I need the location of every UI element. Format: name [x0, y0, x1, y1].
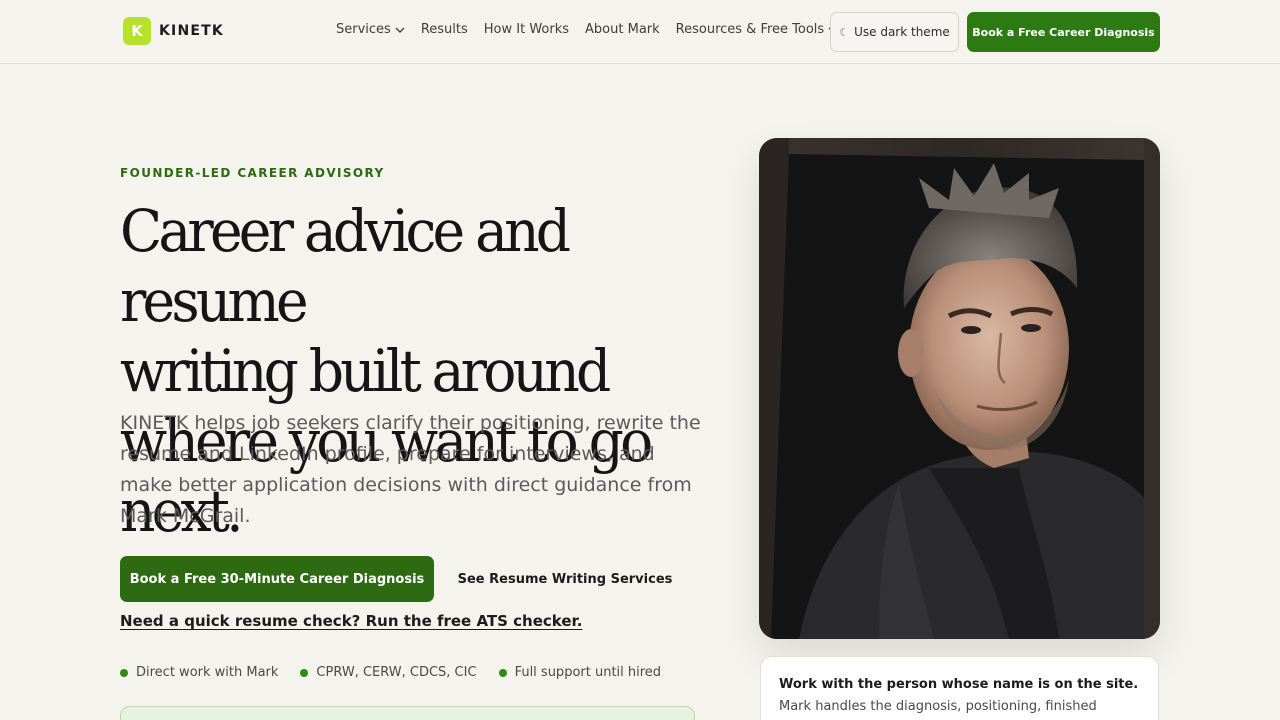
main-nav: Services Results How It Works About Mark…: [336, 22, 854, 37]
site-header: K KINETK Services Results How It Works A…: [0, 0, 1280, 64]
headline-line: writing built around: [120, 337, 611, 405]
logo-wordmark: KINETK: [159, 23, 224, 39]
proof-label: Direct work with Mark: [136, 665, 279, 680]
nav-item-results[interactable]: Results: [421, 22, 468, 37]
proof-item: Direct work with Mark: [120, 665, 278, 680]
bullet-dot-icon: [300, 668, 309, 677]
callout-box: [120, 706, 695, 720]
nav-item-label: About Mark: [585, 22, 660, 37]
logo[interactable]: K KINETK: [123, 17, 224, 45]
nav-item-label: How It Works: [483, 22, 570, 37]
founder-card: Work with the person whose name is on th…: [760, 656, 1159, 720]
portrait-image: [759, 138, 1160, 639]
nav-item-about-mark[interactable]: About Mark: [585, 22, 660, 37]
proof-points: Direct work with Mark CPRW, CERW, CDCS, …: [120, 665, 683, 680]
moon-icon: ☾: [839, 25, 850, 39]
bullet-dot-icon: [498, 668, 507, 677]
card-body: Mark handles the diagnosis, positioning,…: [779, 699, 1097, 714]
logo-letter: K: [131, 22, 143, 40]
nav-item-services[interactable]: Services: [336, 22, 405, 37]
dark-theme-toggle[interactable]: ☾ Use dark theme: [830, 12, 959, 52]
hero-lede: KINETK helps job seekers clarify their p…: [120, 412, 701, 527]
book-30-minute-diagnosis-button[interactable]: Book a Free 30-Minute Career Diagnosis: [120, 556, 434, 602]
proof-item: CPRW, CERW, CDCS, CIC: [300, 665, 477, 680]
hero-eyebrow: FOUNDER-LED CAREER ADVISORY: [120, 166, 385, 180]
nav-item-label: Resources & Free Tools: [675, 22, 825, 37]
logo-mark: K: [123, 17, 151, 45]
proof-item: Full support until hired: [498, 665, 662, 680]
see-resume-services-button[interactable]: See Resume Writing Services: [450, 556, 680, 602]
chevron-down-icon: [395, 27, 405, 33]
theme-toggle-label: Use dark theme: [854, 25, 950, 39]
book-diagnosis-button[interactable]: Book a Free Career Diagnosis: [967, 12, 1160, 52]
nav-item-resources[interactable]: Resources & Free Tools: [676, 22, 839, 37]
nav-item-label: Services: [336, 22, 391, 37]
ats-checker-link[interactable]: Need a quick resume check? Run the free …: [120, 612, 583, 630]
proof-label: Full support until hired: [514, 665, 662, 680]
nav-item-how-it-works[interactable]: How It Works: [484, 22, 569, 37]
proof-label: CPRW, CERW, CDCS, CIC: [316, 665, 477, 680]
headline-line: Career advice and resume: [120, 197, 571, 335]
founder-portrait: [759, 138, 1160, 639]
bullet-dot-icon: [120, 668, 128, 677]
card-title: Work with the person whose name is on th…: [779, 677, 1139, 692]
nav-item-label: Results: [420, 22, 468, 37]
